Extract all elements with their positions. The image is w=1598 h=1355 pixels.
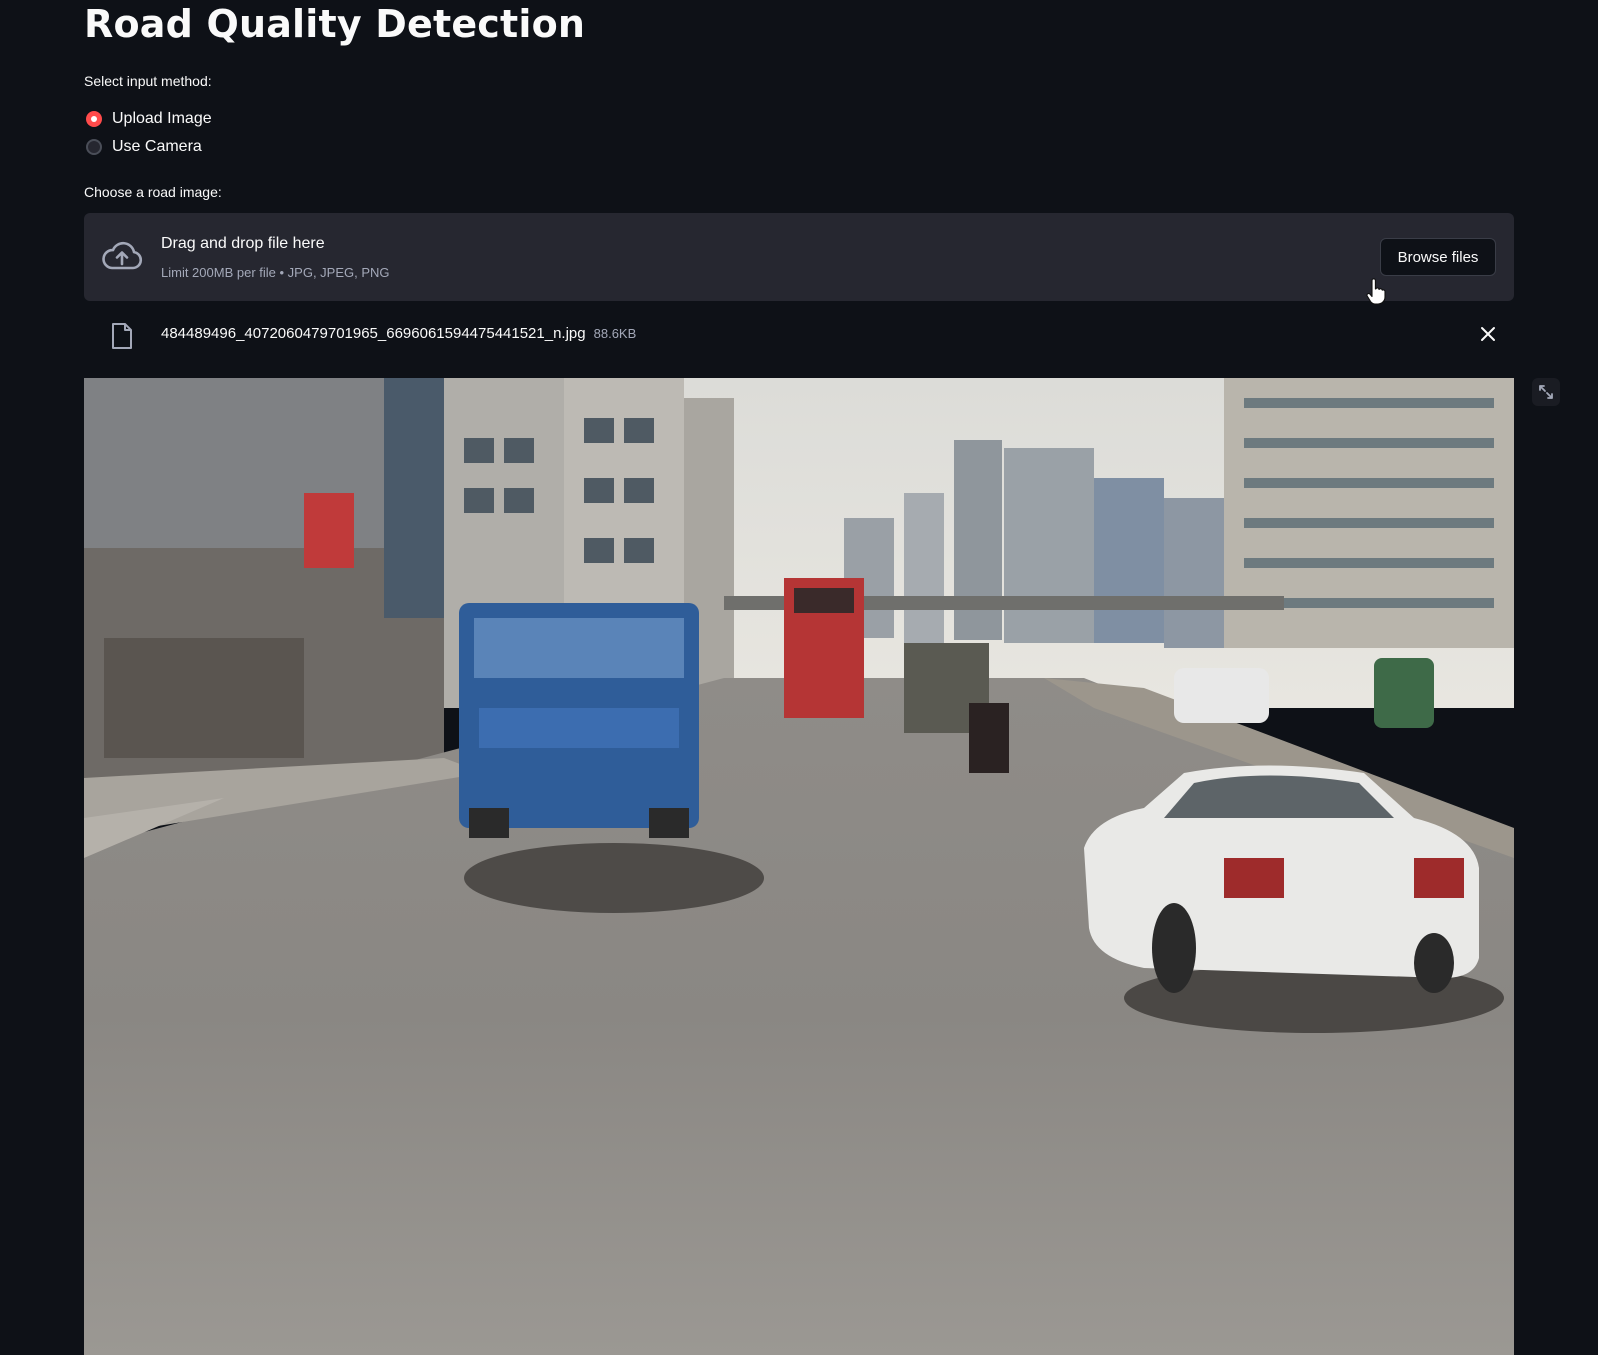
radio-use-camera-label: Use Camera: [112, 138, 202, 155]
radio-use-camera[interactable]: Use Camera: [86, 136, 202, 158]
file-name-text: 484489496_4072060479701965_6696061594475…: [161, 325, 586, 342]
close-icon[interactable]: [1478, 324, 1498, 344]
uploaded-file-row: 484489496_4072060479701965_6696061594475…: [84, 316, 1514, 352]
file-icon: [112, 323, 132, 349]
radio-selected-indicator: [86, 111, 102, 127]
uploaded-file-name: 484489496_4072060479701965_6696061594475…: [161, 325, 636, 342]
browse-files-button[interactable]: Browse files: [1380, 238, 1496, 276]
road-image: [84, 378, 1514, 1355]
hand-cursor-icon: [1366, 278, 1386, 305]
dropzone-limit-text: Limit 200MB per file • JPG, JPEG, PNG: [161, 265, 390, 280]
page-title: Road Quality Detection: [84, 2, 586, 46]
file-size-text: 88.6KB: [593, 326, 637, 341]
dropzone-instructions: Drag and drop file here: [161, 235, 325, 252]
uploader-label: Choose a road image:: [84, 184, 222, 200]
radio-upload-image[interactable]: Upload Image: [86, 108, 212, 130]
input-method-label: Select input method:: [84, 73, 212, 89]
cloud-upload-icon: [102, 241, 143, 270]
radio-unselected-indicator: [86, 139, 102, 155]
app-page: Road Quality Detection Select input meth…: [0, 0, 1598, 1355]
road-photo-graphic: [84, 378, 1514, 1355]
radio-upload-image-label: Upload Image: [112, 110, 212, 127]
expand-icon[interactable]: [1532, 378, 1560, 406]
file-dropzone[interactable]: Drag and drop file here Limit 200MB per …: [84, 213, 1514, 301]
